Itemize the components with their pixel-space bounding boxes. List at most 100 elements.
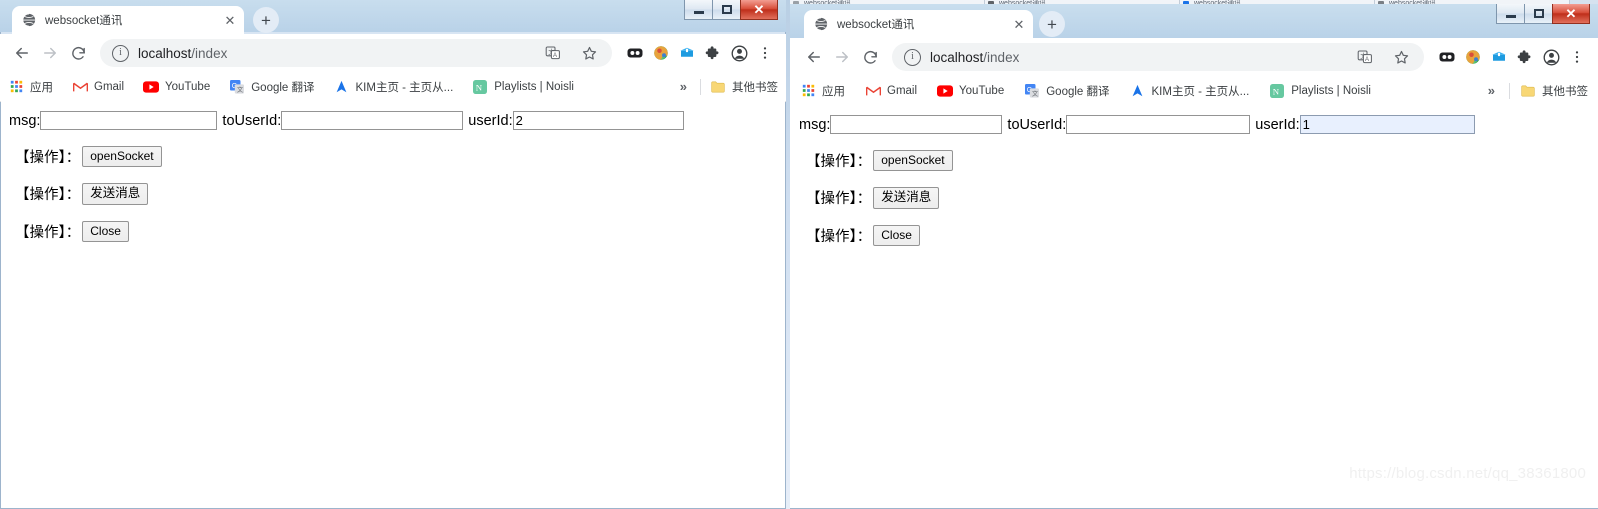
close-tab-button[interactable]: ✕	[222, 12, 238, 28]
plus-icon: +	[1047, 14, 1057, 34]
send-message-button[interactable]: 发送消息	[82, 183, 149, 205]
bookmark-noisli[interactable]: N Playlists | Noisli	[472, 79, 574, 95]
page-viewport: msg: toUserId: userId: 【操作】： openSocket …	[790, 105, 1598, 508]
bookmark-kim[interactable]: KIM主页 - 主页从...	[334, 79, 453, 95]
bookmark-gmail[interactable]: Gmail	[72, 79, 124, 95]
bookmark-google-translate[interactable]: G文 Google 翻译	[229, 79, 315, 95]
open-socket-button[interactable]: openSocket	[82, 146, 162, 167]
address-bar[interactable]: i localhost/index 文A	[892, 43, 1424, 71]
bookmark-youtube[interactable]: YouTube	[143, 79, 210, 95]
bookmark-label: YouTube	[959, 84, 1005, 97]
extension-icons	[1434, 44, 1590, 70]
chrome-menu-icon[interactable]	[752, 40, 778, 66]
site-info-icon[interactable]: i	[112, 44, 129, 62]
close-socket-button[interactable]: Close	[82, 220, 129, 242]
bookmark-youtube[interactable]: YouTube	[937, 83, 1004, 99]
chrome-menu-icon[interactable]	[1564, 44, 1590, 70]
bookmark-label: YouTube	[165, 80, 211, 93]
operation-row-close: 【操作】： Close	[1, 205, 785, 242]
csdn-watermark: https://blog.csdn.net/qq_38361800	[1349, 465, 1586, 482]
bookmark-apps[interactable]: 应用	[800, 83, 845, 99]
apps-grid-icon	[8, 79, 24, 95]
msg-label: msg:	[799, 116, 831, 133]
chrome-window-left[interactable]: ✕ websocket通讯 ✕ + i localhost/index A 应用…	[0, 0, 786, 509]
bookmark-noisli[interactable]: N Playlists | Noisli	[1269, 83, 1371, 99]
userid-input[interactable]	[1299, 115, 1475, 134]
open-socket-button[interactable]: openSocket	[873, 150, 953, 171]
operation-row-send: 【操作】： 发送消息	[1, 167, 785, 205]
apps-grid-icon	[800, 83, 816, 99]
websocket-demo-page: msg: toUserId: userId: 【操作】： openSocket …	[790, 105, 1598, 246]
bookmark-label: Playlists | Noisli	[494, 80, 574, 93]
gmail-icon	[865, 83, 881, 99]
userid-input[interactable]	[512, 111, 684, 130]
forward-button[interactable]	[36, 39, 64, 67]
touserid-input[interactable]	[1066, 115, 1251, 134]
puzzle-extensions-icon[interactable]	[700, 40, 726, 66]
star-icon[interactable]	[1388, 44, 1414, 70]
tabstrip: websocket通讯 ✕ +	[790, 10, 1598, 38]
site-info-icon[interactable]: i	[904, 48, 921, 66]
folder-icon	[1520, 83, 1536, 99]
mailbox-extension-icon[interactable]	[674, 40, 700, 66]
reload-button[interactable]	[856, 43, 884, 71]
bookmarks-overflow-button[interactable]: »	[676, 79, 691, 94]
star-icon[interactable]	[576, 40, 602, 66]
idm-globe-icon[interactable]	[1460, 44, 1486, 70]
chrome-window-right[interactable]: ✕ websocket通讯 ✕ + i localhost/index A 应用…	[790, 4, 1598, 509]
close-tab-button[interactable]: ✕	[1011, 16, 1027, 32]
tab-websocket[interactable]: websocket通讯 ✕	[12, 6, 244, 34]
bookmark-label: Google 翻译	[251, 81, 315, 94]
tabstrip: websocket通讯 ✕ +	[0, 6, 786, 34]
new-tab-button[interactable]: +	[253, 7, 279, 33]
profile-avatar-icon[interactable]	[1538, 44, 1564, 70]
idm-globe-icon[interactable]	[648, 40, 674, 66]
url-host: localhost	[930, 49, 984, 65]
url-path: /index	[983, 49, 1020, 65]
google-translate-icon: G文	[229, 79, 245, 95]
mailbox-extension-icon[interactable]	[1486, 44, 1512, 70]
tab-websocket[interactable]: websocket通讯 ✕	[804, 10, 1033, 38]
profile-avatar-icon[interactable]	[726, 40, 752, 66]
bookmark-google-translate[interactable]: G文 Google 翻译	[1024, 83, 1110, 99]
touserid-input[interactable]	[281, 111, 464, 130]
reload-button[interactable]	[64, 39, 92, 67]
bookmark-gmail[interactable]: Gmail	[865, 83, 917, 99]
back-button[interactable]	[800, 43, 828, 71]
other-bookmarks-label: 其他书签	[1542, 85, 1588, 98]
gmail-icon	[72, 79, 88, 95]
operation-label: 【操作】：	[806, 154, 872, 170]
back-button[interactable]	[8, 39, 36, 67]
svg-text:A: A	[553, 53, 557, 59]
new-tab-button[interactable]: +	[1039, 11, 1065, 37]
operation-row-send: 【操作】： 发送消息	[790, 171, 1598, 209]
userid-label: userId:	[468, 112, 513, 129]
send-message-button[interactable]: 发送消息	[873, 187, 940, 209]
extension-dark-icon[interactable]	[622, 40, 648, 66]
other-bookmarks-button[interactable]: 其他书签	[710, 79, 778, 95]
bookmark-kim[interactable]: KIM主页 - 主页从...	[1130, 83, 1249, 99]
google-translate-icon: G文	[1024, 83, 1040, 99]
svg-text:N: N	[1273, 86, 1280, 96]
svg-text:N: N	[476, 82, 483, 92]
puzzle-extensions-icon[interactable]	[1512, 44, 1538, 70]
address-bar[interactable]: i localhost/index 文A	[100, 39, 612, 67]
msg-input[interactable]	[830, 115, 1003, 134]
plus-icon: +	[261, 10, 271, 30]
close-socket-button[interactable]: Close	[873, 224, 920, 246]
translate-icon[interactable]: 文A	[1352, 44, 1378, 70]
page-viewport: msg: toUserId: userId: 【操作】： openSocket …	[1, 101, 785, 508]
msg-input[interactable]	[40, 111, 218, 130]
bookmarks-bar: 应用 Gmail YouTube G文 Google 翻译 KIM主页 - 主页…	[790, 76, 1598, 106]
other-bookmarks-button[interactable]: 其他书签	[1520, 83, 1588, 99]
forward-button[interactable]	[828, 43, 856, 71]
translate-icon[interactable]: 文A	[540, 40, 566, 66]
omnibox-actions: 文A	[532, 40, 602, 66]
browser-toolbar: i localhost/index 文A	[0, 34, 786, 72]
extension-dark-icon[interactable]	[1434, 44, 1460, 70]
bookmark-apps[interactable]: 应用	[8, 79, 53, 95]
globe-icon	[22, 13, 36, 27]
browser-toolbar: i localhost/index 文A	[790, 38, 1598, 76]
bookmarks-overflow-button[interactable]: »	[1484, 83, 1499, 98]
kim-icon	[334, 79, 350, 95]
